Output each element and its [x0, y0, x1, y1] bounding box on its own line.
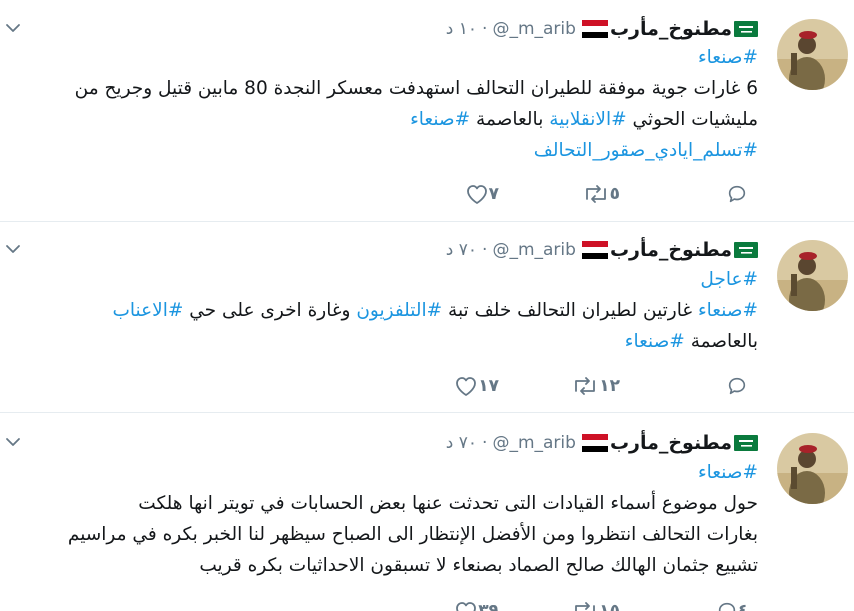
tweet-text-segment: غارتين لطيران التحالف خلف تبة: [442, 300, 698, 321]
tweet-text-segment: 6 غارات جوية موفقة للطيران التحالف استهد…: [74, 78, 758, 99]
separator-dot: ·: [482, 240, 488, 260]
like-count: ٣٩: [478, 601, 499, 611]
reply-icon: [718, 602, 735, 611]
display-name[interactable]: مطنوخ_مأرب: [610, 18, 732, 40]
tweet[interactable]: مطنوخ_مأرب @_m_arib · ١٠ د #صنعاء 6 غارات…: [0, 0, 854, 221]
hashtag-link[interactable]: #الاعناب: [112, 300, 183, 321]
reply-icon: [728, 377, 746, 395]
tweet-actions: ١٢ ١٧: [88, 371, 758, 401]
tweet-text: #عاجل #صنعاء غارتين لطيران التحالف خلف تب…: [2, 264, 758, 357]
like-count: ٧: [488, 184, 499, 204]
retweet-count: ٥: [609, 184, 620, 204]
timestamp[interactable]: ١٠ د: [446, 19, 477, 39]
tweet-header: مطنوخ_مأرب @_m_arib · ٧٠ د: [446, 430, 758, 456]
reply-button[interactable]: ٤: [716, 596, 758, 611]
retweet-icon: [575, 602, 596, 611]
hashtag-link[interactable]: #صنعاء: [698, 47, 758, 68]
tweet-actions: ٥ ٧: [88, 179, 758, 209]
reply-button[interactable]: [726, 371, 758, 401]
hashtag-link[interactable]: #صنعاء: [698, 462, 758, 483]
chevron-down-icon[interactable]: [5, 434, 21, 450]
retweet-icon: [585, 185, 606, 203]
avatar[interactable]: [777, 240, 848, 311]
tweet[interactable]: مطنوخ_مأرب @_m_arib · ٧٠ د #صنعاء حول موض…: [0, 413, 854, 611]
tweet-text-segment: بغارات التحالف انتظروا ومن الأفضل الإنتظ…: [67, 524, 758, 545]
avatar[interactable]: [777, 433, 848, 504]
avatar[interactable]: [777, 19, 848, 90]
tweet-text-line: #صنعاء: [2, 42, 758, 73]
hashtag-link[interactable]: #صنعاء: [625, 331, 685, 352]
saudi-flag-icon: [734, 242, 758, 258]
like-button[interactable]: ١٧: [454, 371, 509, 401]
tweet-header: مطنوخ_مأرب @_m_arib · ٧٠ د: [446, 237, 758, 263]
tweet-text: #صنعاء 6 غارات جوية موفقة للطيران التحالف…: [2, 42, 758, 166]
like-button[interactable]: ٧: [465, 179, 509, 209]
display-name[interactable]: مطنوخ_مأرب: [610, 239, 732, 261]
retweet-count: ١٢: [599, 376, 620, 396]
tweet[interactable]: مطنوخ_مأرب @_m_arib · ٧٠ د #عاجل #صنعاء غ…: [0, 222, 854, 412]
like-button[interactable]: ٣٩: [454, 596, 509, 611]
retweet-icon: [575, 377, 596, 395]
retweet-button[interactable]: ١٥: [571, 596, 630, 611]
retweet-button[interactable]: ١٢: [571, 371, 630, 401]
heart-icon: [466, 185, 487, 204]
tweet-text-segment: مليشيات الحوثي: [626, 109, 759, 130]
timestamp[interactable]: ٧٠ د: [446, 240, 477, 260]
timestamp[interactable]: ٧٠ د: [446, 433, 477, 453]
retweet-button[interactable]: ٥: [582, 179, 630, 209]
heart-icon: [456, 377, 477, 396]
user-handle[interactable]: @_m_arib: [492, 433, 575, 453]
tweet-text-line: 6 غارات جوية موفقة للطيران التحالف استهد…: [2, 73, 758, 104]
hashtag-link[interactable]: #عاجل: [700, 269, 758, 290]
tweet-text: #صنعاء حول موضوع أسماء القيادات التى تحدث…: [2, 457, 758, 581]
hashtag-link[interactable]: #صنعاء: [410, 109, 470, 130]
tweet-actions: ٤ ١٥ ٣٩: [88, 596, 758, 611]
tweet-text-segment: تشييع جثمان الهالك صالح الصماد بصنعاء لا…: [199, 555, 758, 576]
tweet-text-line: تشييع جثمان الهالك صالح الصماد بصنعاء لا…: [2, 550, 758, 581]
like-count: ١٧: [478, 376, 499, 396]
heart-icon: [456, 602, 477, 611]
avatar-image: [777, 240, 848, 311]
saudi-flag-icon: [734, 435, 758, 451]
tweet-text-line: بغارات التحالف انتظروا ومن الأفضل الإنتظ…: [2, 519, 758, 550]
retweet-count: ١٥: [599, 601, 620, 611]
tweet-text-segment: بالعاصمة: [684, 331, 758, 352]
tweet-text-line: بالعاصمة #صنعاء: [2, 326, 758, 357]
yemen-flag-icon: [581, 434, 608, 452]
hashtag-link[interactable]: #التلفزيون: [356, 300, 442, 321]
tweet-text-line: حول موضوع أسماء القيادات التى تحدثت عنها…: [2, 488, 758, 519]
yemen-flag-icon: [581, 20, 608, 38]
tweet-header: مطنوخ_مأرب @_m_arib · ١٠ د: [446, 16, 758, 42]
reply-button[interactable]: [726, 179, 758, 209]
tweet-text-segment: بالعاصمة: [470, 109, 550, 130]
chevron-down-icon[interactable]: [5, 241, 21, 257]
tweet-text-line: #صنعاء: [2, 457, 758, 488]
tweet-text-segment: حول موضوع أسماء القيادات التى تحدثت عنها…: [138, 493, 758, 514]
separator-dot: ·: [482, 19, 488, 39]
saudi-flag-icon: [734, 21, 758, 37]
reply-icon: [728, 185, 746, 203]
tweet-text-line: #صنعاء غارتين لطيران التحالف خلف تبة #ال…: [2, 295, 758, 326]
hashtag-link[interactable]: #تسلم_ايادي_صقور_التحالف: [534, 140, 758, 161]
tweet-text-segment: وغارة اخرى على حي: [183, 300, 357, 321]
tweet-text-line: #تسلم_ايادي_صقور_التحالف: [2, 135, 758, 166]
avatar-image: [777, 433, 848, 504]
yemen-flag-icon: [581, 241, 608, 259]
tweet-text-line: #عاجل: [2, 264, 758, 295]
tweet-text-line: مليشيات الحوثي #الانقلابية بالعاصمة #صنع…: [2, 104, 758, 135]
user-handle[interactable]: @_m_arib: [492, 240, 575, 260]
chevron-down-icon[interactable]: [5, 20, 21, 36]
user-handle[interactable]: @_m_arib: [492, 19, 575, 39]
hashtag-link[interactable]: #صنعاء: [698, 300, 758, 321]
separator-dot: ·: [482, 433, 488, 453]
hashtag-link[interactable]: #الانقلابية: [549, 109, 626, 130]
avatar-image: [777, 19, 848, 90]
display-name[interactable]: مطنوخ_مأرب: [610, 432, 732, 454]
reply-count: ٤: [737, 601, 748, 611]
